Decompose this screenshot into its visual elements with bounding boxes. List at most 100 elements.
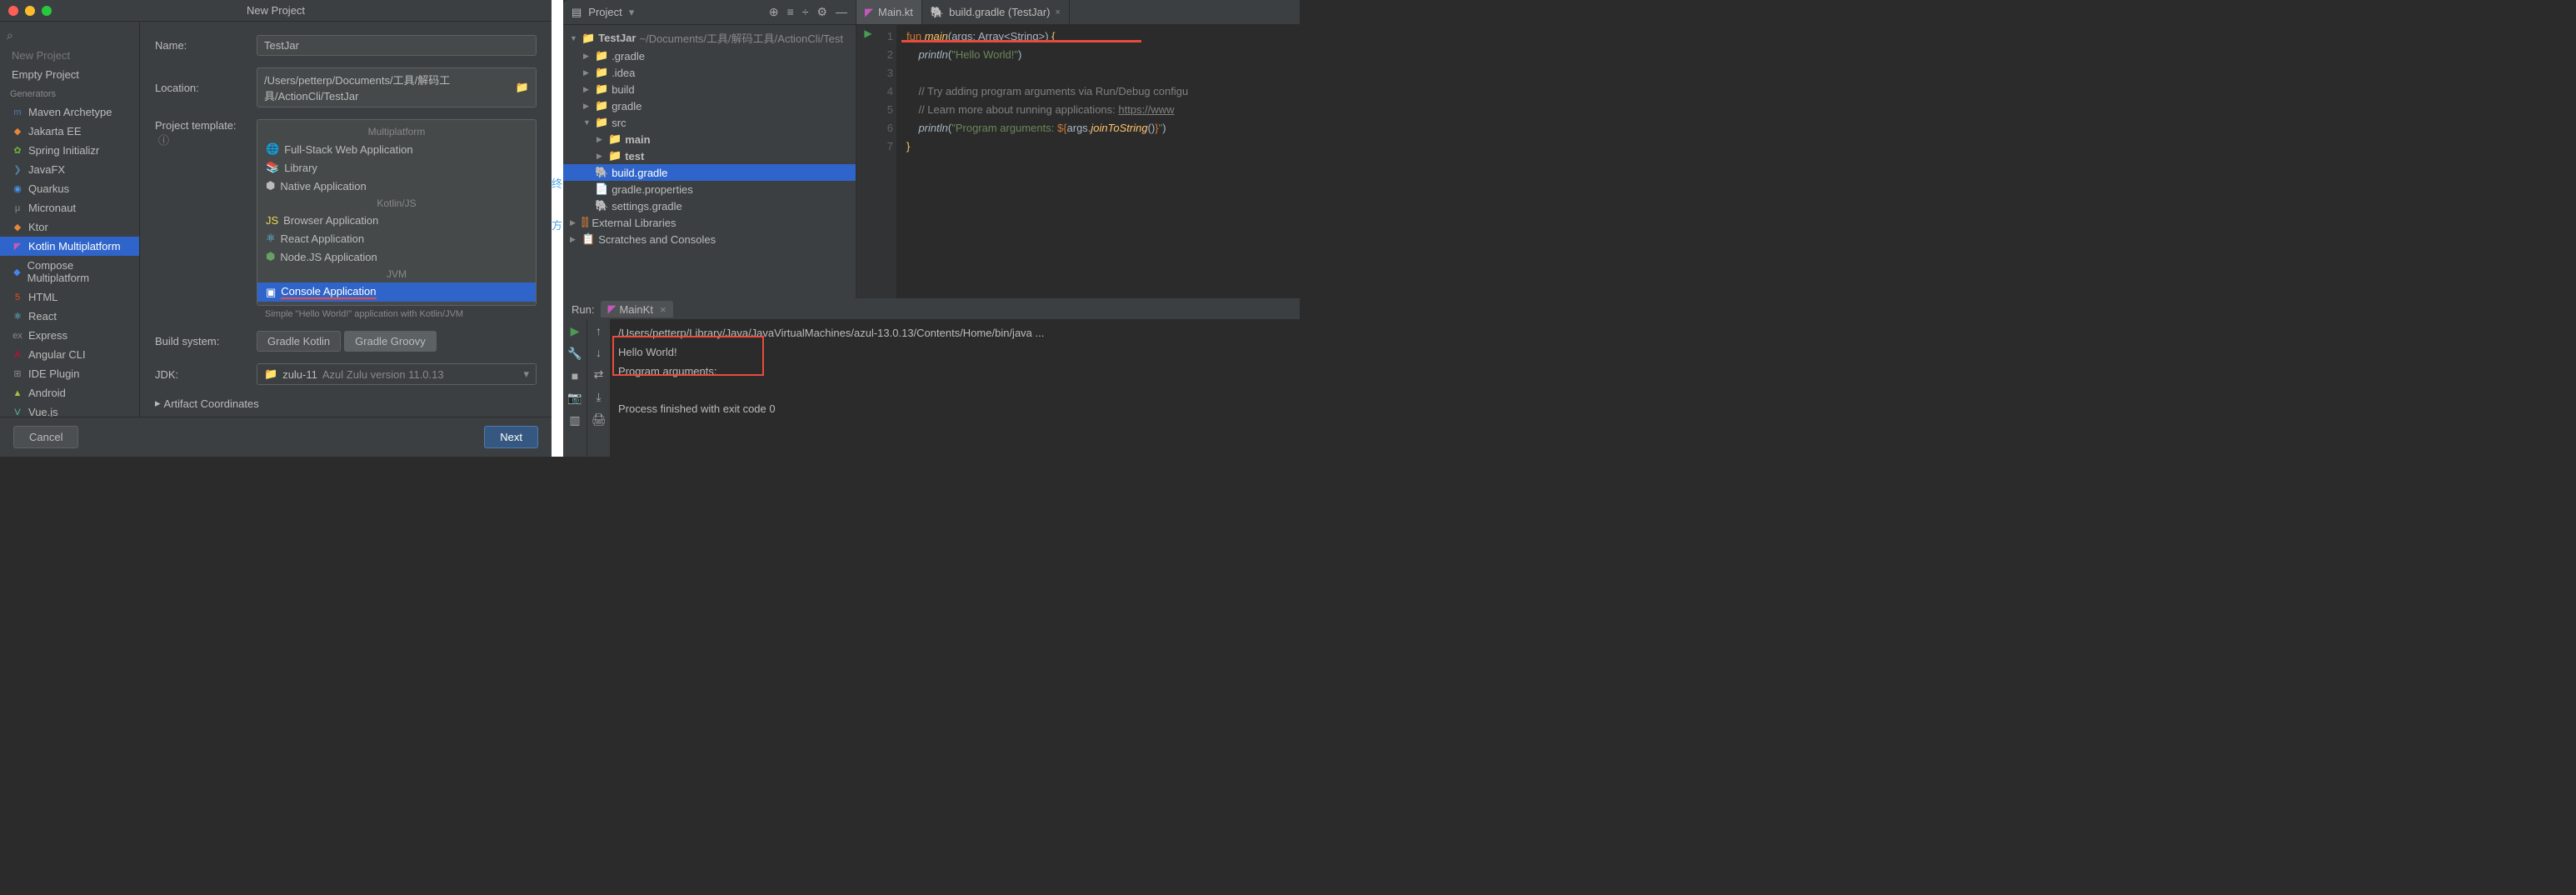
- search-bar[interactable]: ⌕: [0, 25, 139, 46]
- sidebar-item-ide-plugin[interactable]: ⊞IDE Plugin: [0, 364, 139, 383]
- gutter: ▶: [856, 25, 880, 298]
- node-icon: ⬢: [266, 250, 275, 263]
- sidebar-item-jakarta[interactable]: ◆Jakarta EE: [0, 122, 139, 141]
- close-window-icon[interactable]: [8, 6, 18, 16]
- tree-item[interactable]: ▶📁gradle: [563, 98, 856, 114]
- javafx-icon: ❯: [12, 164, 23, 176]
- sidebar-item-react[interactable]: ⚛React: [0, 307, 139, 326]
- build-gradle-kotlin[interactable]: Gradle Kotlin: [257, 331, 341, 352]
- print-icon[interactable]: 🖨: [592, 412, 607, 427]
- generators-header: Generators: [0, 84, 139, 102]
- down-icon[interactable]: ↓: [596, 346, 602, 359]
- template-console[interactable]: ▣Console Application: [257, 282, 536, 302]
- console-output[interactable]: /Users/petterp/Library/Java/JavaVirtualM…: [610, 319, 1300, 457]
- camera-icon[interactable]: 📷: [567, 391, 582, 405]
- build-gradle-groovy[interactable]: Gradle Groovy: [344, 331, 437, 352]
- dialog-title: New Project: [247, 4, 305, 17]
- template-library[interactable]: 📚Library: [257, 158, 536, 177]
- native-icon: ⬢: [266, 179, 275, 192]
- tree-root[interactable]: ▼ 📁 TestJar ~/Documents/工具/解码工具/ActionCl…: [563, 28, 856, 48]
- quarkus-icon: ◉: [12, 183, 23, 195]
- sidebar-item-android[interactable]: ▲Android: [0, 383, 139, 402]
- sidebar-item-vue[interactable]: VVue.js: [0, 402, 139, 417]
- wrench-icon[interactable]: 🔧: [567, 347, 582, 361]
- kotlin-icon: ◤: [12, 241, 23, 252]
- titlebar: New Project: [0, 0, 552, 22]
- code-editor[interactable]: ▶ 1 2 3 4 5 6 7 fun main(args: Array<Str…: [856, 25, 1300, 298]
- sidebar-item-express[interactable]: exExpress: [0, 326, 139, 345]
- gradle-icon: 🐘: [595, 199, 608, 212]
- chevron-right-icon: ▸: [155, 397, 161, 410]
- template-fullstack[interactable]: 🌐Full-Stack Web Application: [257, 140, 536, 158]
- template-nodejs[interactable]: ⬢Node.JS Application: [257, 248, 536, 266]
- sidebar-item-micronaut[interactable]: μMicronaut: [0, 198, 139, 218]
- close-icon[interactable]: ×: [660, 303, 666, 316]
- template-react[interactable]: ⚛React Application: [257, 229, 536, 248]
- layout-icon[interactable]: ▥: [569, 413, 580, 428]
- sidebar-item-html[interactable]: 5HTML: [0, 288, 139, 307]
- project-header: ▤ Project ▾ ⊕ ≡ ÷ ⚙ —: [563, 0, 856, 25]
- tree-item[interactable]: ▶📁.gradle: [563, 48, 856, 64]
- tree-item-build-gradle[interactable]: 🐘build.gradle: [563, 164, 856, 181]
- react-icon: ⚛: [266, 232, 276, 245]
- tab-build-gradle[interactable]: 🐘build.gradle (TestJar)×: [922, 0, 1070, 24]
- rerun-icon[interactable]: ▶: [571, 324, 580, 338]
- chevron-down-icon[interactable]: ▾: [629, 6, 635, 19]
- folder-icon[interactable]: 📁: [516, 81, 529, 94]
- sidebar-item-javafx[interactable]: ❯JavaFX: [0, 160, 139, 179]
- template-native[interactable]: ⬢Native Application: [257, 177, 536, 195]
- code-content[interactable]: fun main(args: Array<String>) { println(…: [896, 25, 1300, 298]
- folder-icon: 📁: [608, 132, 622, 146]
- sidebar-item-ktor[interactable]: ◆Ktor: [0, 218, 139, 237]
- target-icon[interactable]: ⊕: [769, 5, 779, 19]
- name-input[interactable]: [257, 35, 537, 56]
- tree-item[interactable]: ▶📁test: [563, 148, 856, 164]
- tree-item[interactable]: ▼📁src: [563, 114, 856, 131]
- maximize-window-icon[interactable]: [42, 6, 52, 16]
- web-icon: 🌐: [266, 142, 279, 156]
- new-project-dialog: New Project ⌕ New Project Empty Project …: [0, 0, 552, 457]
- gear-icon[interactable]: ⚙: [816, 5, 827, 19]
- run-tab[interactable]: ◤ MainKt ×: [601, 301, 672, 318]
- info-icon[interactable]: ⓘ: [158, 134, 169, 147]
- jdk-select[interactable]: 📁 zulu-11 Azul Zulu version 11.0.13 ▾: [257, 363, 537, 385]
- sidebar-item-maven[interactable]: mMaven Archetype: [0, 102, 139, 122]
- sidebar-item-empty-project[interactable]: Empty Project: [0, 65, 139, 84]
- tree-item[interactable]: ▶📁main: [563, 131, 856, 148]
- tree-item[interactable]: ▶📁.idea: [563, 64, 856, 81]
- sidebar-item-kotlin-mp[interactable]: ◤Kotlin Multiplatform: [0, 237, 139, 256]
- sidebar-item-compose[interactable]: ◆Compose Multiplatform: [0, 256, 139, 288]
- tree-external-libs[interactable]: ▶⫿⫿External Libraries: [563, 214, 856, 231]
- tree-item[interactable]: ▶📁build: [563, 81, 856, 98]
- file-icon: 📄: [595, 182, 608, 196]
- name-label: Name:: [155, 39, 247, 52]
- wrap-icon[interactable]: ⇄: [594, 368, 604, 382]
- hide-icon[interactable]: —: [836, 5, 847, 19]
- build-label: Build system:: [155, 335, 247, 348]
- sidebar-item-spring[interactable]: ✿Spring Initializr: [0, 141, 139, 160]
- scroll-icon[interactable]: ⤓: [596, 390, 601, 404]
- run-toolbar-left2: ↑ ↓ ⇄ ⤓ 🖨: [587, 319, 610, 457]
- cancel-button[interactable]: Cancel: [13, 426, 78, 448]
- tree-scratches[interactable]: ▶📋Scratches and Consoles: [563, 231, 856, 248]
- form-area: Name: Location: /Users/petterp/Documents…: [140, 22, 552, 417]
- close-icon[interactable]: ×: [1055, 8, 1060, 18]
- template-browser[interactable]: JSBrowser Application: [257, 212, 536, 229]
- sidebar-item-new-project[interactable]: New Project: [0, 46, 139, 65]
- tab-main-kt[interactable]: ◤Main.kt: [856, 0, 922, 24]
- minimize-window-icon[interactable]: [25, 6, 35, 16]
- tree-item[interactable]: 🐘settings.gradle: [563, 198, 856, 214]
- artifact-coordinates-toggle[interactable]: ▸ Artifact Coordinates: [155, 397, 259, 410]
- divide-icon[interactable]: ÷: [802, 5, 809, 19]
- stop-icon[interactable]: ■: [572, 369, 578, 382]
- sidebar-item-quarkus[interactable]: ◉Quarkus: [0, 179, 139, 198]
- location-input[interactable]: /Users/petterp/Documents/工具/解码工具/ActionC…: [257, 68, 537, 108]
- html-icon: 5: [12, 292, 23, 303]
- up-icon[interactable]: ↑: [596, 324, 602, 338]
- collapse-icon[interactable]: ≡: [787, 5, 794, 19]
- next-button[interactable]: Next: [484, 426, 538, 448]
- tree-item[interactable]: 📄gradle.properties: [563, 181, 856, 198]
- run-gutter-icon[interactable]: ▶: [856, 28, 880, 39]
- ide-window: ▤ Project ▾ ⊕ ≡ ÷ ⚙ — ▼ 📁 TestJar ~/Docu…: [563, 0, 1300, 457]
- sidebar-item-angular[interactable]: AAngular CLI: [0, 345, 139, 364]
